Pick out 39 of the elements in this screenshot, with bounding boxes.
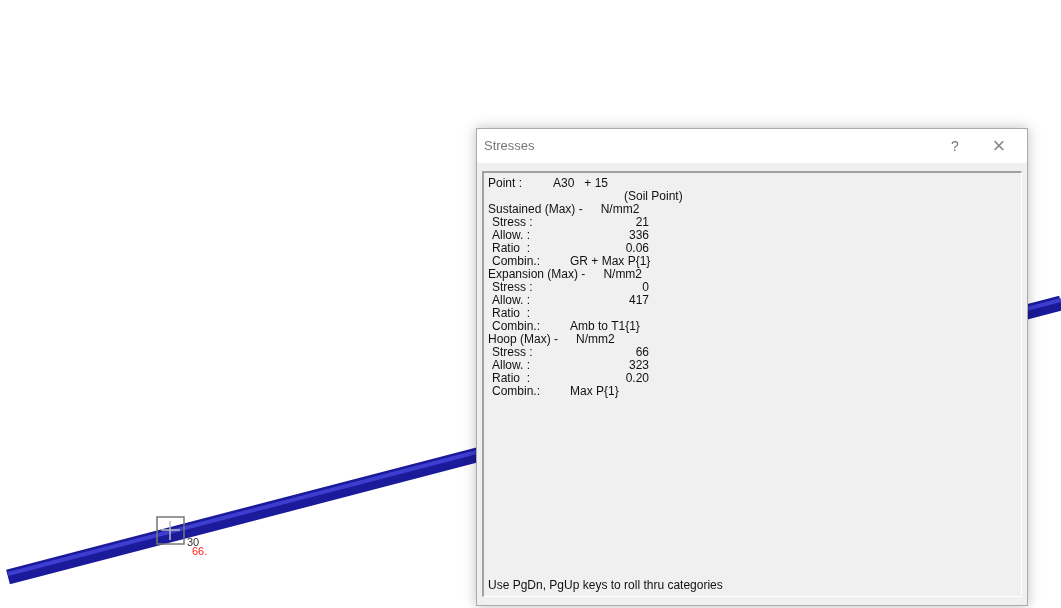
- section-heading: Hoop (Max) -: [488, 333, 558, 346]
- field-label: Combin.:: [492, 385, 542, 398]
- unit-label: N/mm2: [576, 333, 615, 346]
- field-value: 336: [628, 229, 649, 242]
- unit-label: N/mm2: [600, 203, 640, 216]
- field-value: 0.06: [625, 242, 649, 255]
- field-label: Ratio :: [492, 242, 530, 255]
- section-heading: Expansion (Max) -: [488, 268, 586, 281]
- field-value: 323: [628, 359, 649, 372]
- field-label: Stress :: [492, 281, 533, 294]
- field-label: Allow. :: [492, 229, 530, 242]
- field-label: Combin.:: [492, 255, 542, 268]
- close-button[interactable]: ×: [985, 135, 1013, 157]
- window-title: Stresses: [484, 137, 535, 156]
- field-label: Stress :: [492, 346, 533, 359]
- field-value: 0.20: [625, 372, 649, 385]
- field-label: Point :: [488, 177, 524, 190]
- node-label: 30: [187, 537, 200, 548]
- field-value: 417: [628, 294, 649, 307]
- unit-label: N/mm2: [603, 268, 643, 281]
- field-value: 21: [635, 216, 649, 229]
- section-heading: Sustained (Max) -: [488, 203, 583, 216]
- stress-label: 66.: [192, 546, 208, 557]
- field-label: Allow. :: [492, 294, 530, 307]
- field-value: 66: [635, 346, 649, 359]
- help-button[interactable]: ?: [941, 135, 969, 157]
- field-value: Max P{1}: [570, 385, 619, 398]
- field-value: Amb to T1{1}: [570, 320, 640, 333]
- field-label: Allow. :: [492, 359, 530, 372]
- field-value: 0: [642, 281, 649, 294]
- field-label: Combin.:: [492, 320, 542, 333]
- node-marker-icon: [156, 516, 186, 546]
- hint-text: Use PgDn, PgUp keys to roll thru categories: [488, 578, 724, 592]
- field-value: GR + Max P{1}: [570, 255, 651, 268]
- field-label: Stress :: [492, 216, 533, 229]
- field-value: A30 + 15: [553, 177, 609, 190]
- field-note: (Soil Point): [624, 190, 683, 203]
- field-label: Ratio :: [492, 307, 530, 320]
- field-label: Ratio :: [492, 372, 530, 385]
